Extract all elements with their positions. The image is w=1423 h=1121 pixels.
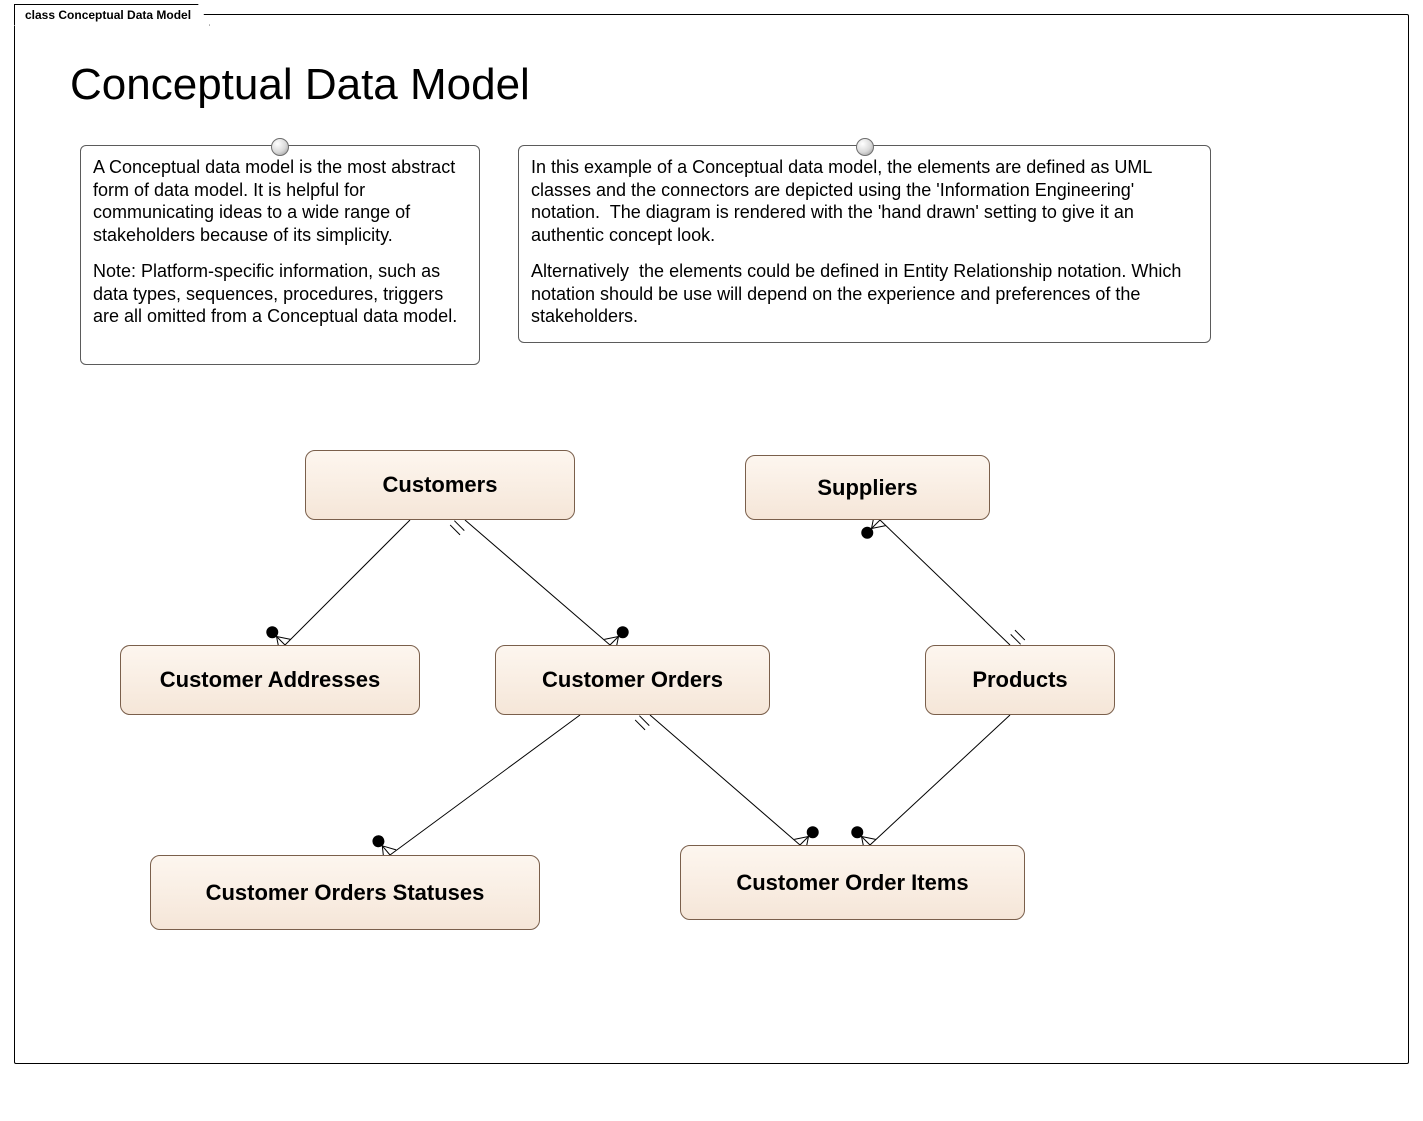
entity-suppliers[interactable]: Suppliers xyxy=(745,455,990,520)
entity-customer-order-items[interactable]: Customer Order Items xyxy=(680,845,1025,920)
diagram-tab-title: Conceptual Data Model xyxy=(58,8,191,22)
diagram-tab: class Conceptual Data Model xyxy=(14,4,210,26)
entity-products[interactable]: Products xyxy=(925,645,1115,715)
entity-label: Customers xyxy=(383,472,498,498)
diagram-tab-keyword: class xyxy=(25,8,55,22)
note-right-p1: In this example of a Conceptual data mod… xyxy=(531,156,1198,246)
note-left: A Conceptual data model is the most abst… xyxy=(80,145,480,365)
entity-label: Products xyxy=(972,667,1067,693)
diagram-title: Conceptual Data Model xyxy=(70,60,530,110)
entity-label: Customer Order Items xyxy=(736,870,968,896)
note-left-p1: A Conceptual data model is the most abst… xyxy=(93,156,467,246)
entity-customer-orders[interactable]: Customer Orders xyxy=(495,645,770,715)
entity-customers[interactable]: Customers xyxy=(305,450,575,520)
note-right: In this example of a Conceptual data mod… xyxy=(518,145,1211,343)
entity-customer-orders-statuses[interactable]: Customer Orders Statuses xyxy=(150,855,540,930)
note-left-p2: Note: Platform-specific information, suc… xyxy=(93,260,467,328)
entity-label: Customer Addresses xyxy=(160,667,380,693)
entity-label: Customer Orders Statuses xyxy=(206,880,485,906)
diagram-frame: class Conceptual Data Model Conceptual D… xyxy=(0,0,1423,1121)
entity-label: Customer Orders xyxy=(542,667,723,693)
entity-label: Suppliers xyxy=(817,475,917,501)
pin-icon xyxy=(856,138,874,156)
entity-customer-addresses[interactable]: Customer Addresses xyxy=(120,645,420,715)
note-right-p2: Alternatively the elements could be defi… xyxy=(531,260,1198,328)
pin-icon xyxy=(271,138,289,156)
